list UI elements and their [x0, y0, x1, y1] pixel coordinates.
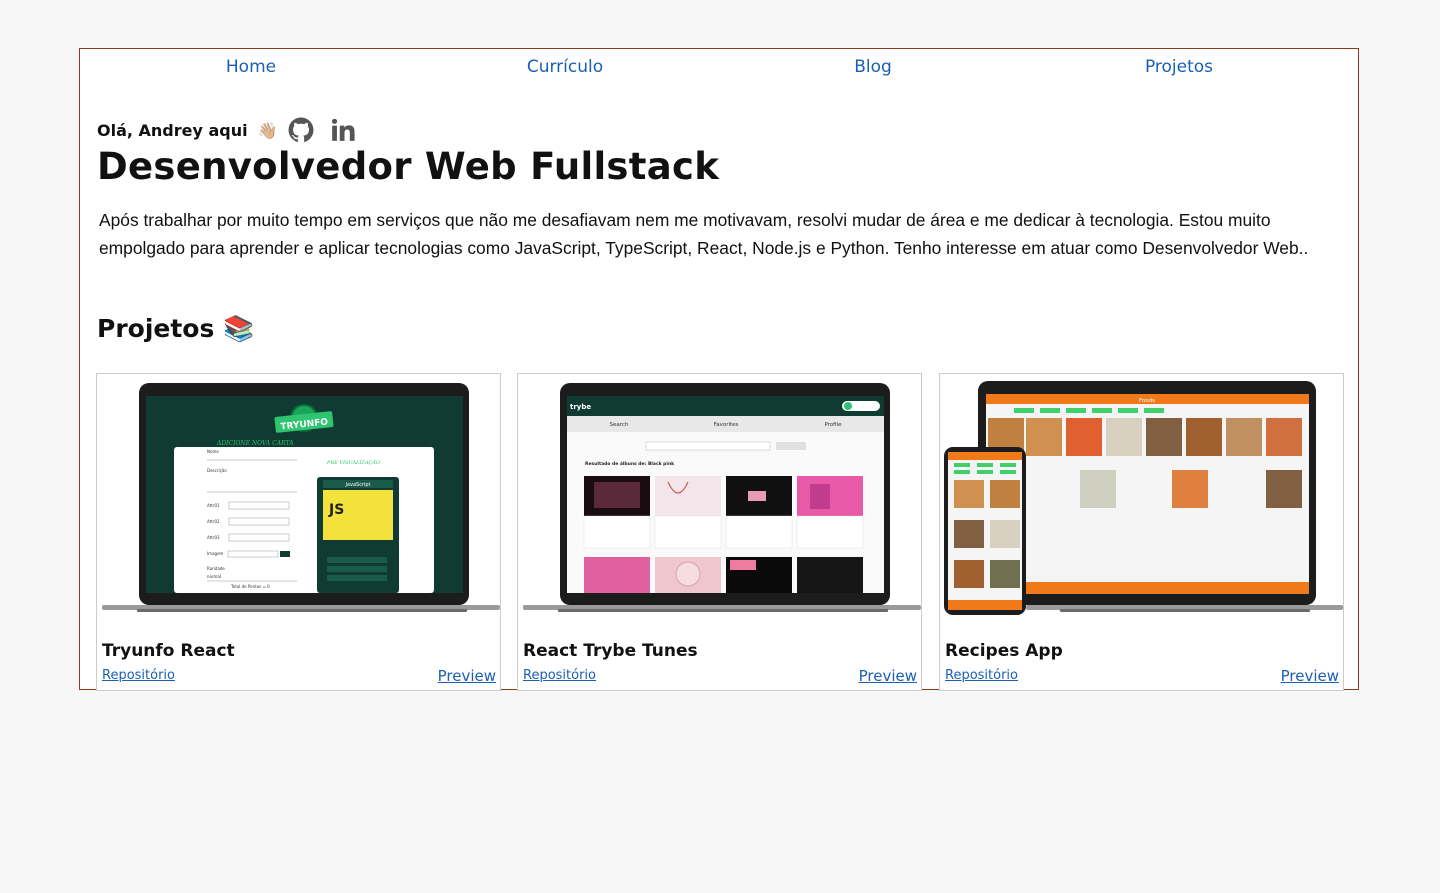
- projects-heading: Projetos 📚: [97, 314, 255, 343]
- nav-projetos-link[interactable]: Projetos: [1145, 57, 1213, 77]
- project-card-trybe-tunes[interactable]: trybe Search Favorites Profile Resultado…: [517, 373, 922, 691]
- tryunfo-preview-heading: PRE VISUALIZAÇÃO: [326, 458, 380, 466]
- top-nav: Home Currículo Blog Projetos: [80, 49, 1358, 85]
- project-title: React Trybe Tunes: [523, 641, 698, 661]
- nav-blog-link[interactable]: Blog: [854, 57, 892, 77]
- github-icon[interactable]: [288, 117, 314, 143]
- wave-emoji: 👋🏼: [257, 120, 278, 140]
- preview-link[interactable]: Preview: [1281, 667, 1339, 685]
- project-title: Recipes App: [945, 641, 1063, 661]
- greeting-text: Olá, Andrey aqui: [97, 120, 248, 140]
- project-card-tryunfo[interactable]: TRYUNFO ADICIONE NOVA CARTA PRE VISUALIZ…: [96, 373, 501, 691]
- tunes-tab-profile: Profile: [824, 422, 842, 428]
- tryunfo-field-imagem: Imagem: [207, 551, 224, 556]
- tunes-tab-search: Search: [610, 422, 629, 428]
- tryunfo-card-name: JavaScript: [344, 482, 370, 488]
- tryunfo-field-nome: Nome: [207, 449, 219, 454]
- repository-link[interactable]: Repositório: [102, 668, 175, 683]
- project-title: Tryunfo React: [102, 641, 235, 661]
- page-title: Desenvolvedor Web Fullstack: [97, 145, 720, 188]
- tryunfo-field-attr02: Attr02: [207, 519, 220, 524]
- tryunfo-field-attr03: Attr03: [207, 535, 220, 540]
- trybe-tunes-screenshot: trybe Search Favorites Profile Resultado…: [523, 383, 921, 612]
- linkedin-icon[interactable]: [330, 117, 356, 143]
- tryunfo-field-raridade: Raridade: [207, 566, 225, 571]
- repository-link[interactable]: Repositório: [523, 668, 596, 683]
- recipes-header: Foods: [1139, 398, 1155, 404]
- nav-home-link[interactable]: Home: [226, 57, 276, 77]
- tryunfo-total-points: Total de Pontos = 0: [230, 584, 270, 589]
- portfolio-frame: Home Currículo Blog Projetos Olá, Andrey…: [79, 48, 1359, 691]
- svg-text:JS: JS: [328, 502, 344, 518]
- svg-text:trybe: trybe: [570, 403, 591, 411]
- recipes-app-screenshot: Foods: [944, 381, 1343, 615]
- greeting-row: Olá, Andrey aqui 👋🏼: [97, 117, 356, 143]
- bio-paragraph: Após trabalhar por muito tempo em serviç…: [99, 210, 1309, 258]
- project-card-recipes-app[interactable]: Foods Recipes App Repositório Preview: [939, 373, 1344, 691]
- tunes-tab-favorites: Favorites: [714, 422, 739, 428]
- tryunfo-field-attr01: Attr01: [207, 503, 220, 508]
- tryunfo-screenshot: TRYUNFO ADICIONE NOVA CARTA PRE VISUALIZ…: [102, 383, 500, 612]
- tryunfo-form-heading: ADICIONE NOVA CARTA: [216, 440, 294, 447]
- nav-curriculo-link[interactable]: Currículo: [527, 57, 603, 77]
- repository-link[interactable]: Repositório: [945, 668, 1018, 683]
- tunes-results-heading: Resultado de álbuns de: Black pink: [585, 460, 675, 467]
- preview-link[interactable]: Preview: [438, 667, 496, 685]
- tryunfo-rarity-value: normal: [207, 574, 221, 579]
- preview-link[interactable]: Preview: [859, 667, 917, 685]
- tryunfo-field-descricao: Descrição: [207, 468, 227, 473]
